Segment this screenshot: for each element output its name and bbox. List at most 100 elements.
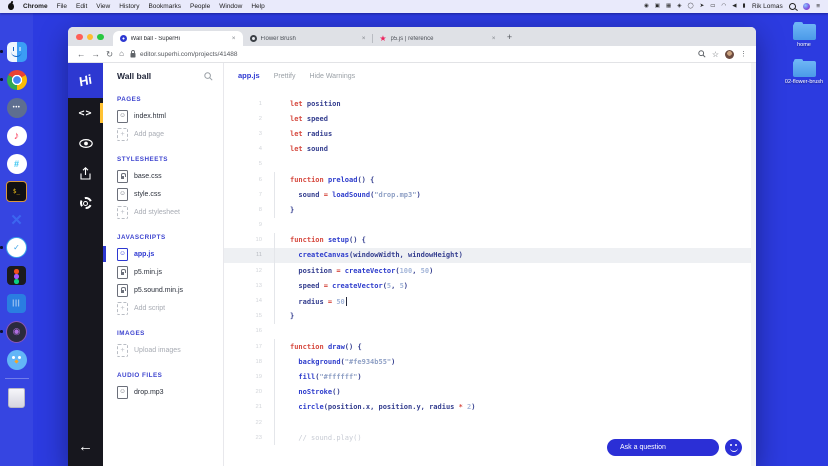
x-app-icon[interactable] [6,209,27,230]
code-line[interactable]: 21circle(position.x, position.y, radius … [224,400,756,415]
file-p5.min.js[interactable]: p5.min.js [103,263,223,281]
terminal-icon[interactable] [6,181,27,202]
menu-item-help[interactable]: Help [251,3,264,10]
circle-icon[interactable]: ◯ [687,4,693,10]
menu-item-history[interactable]: History [119,3,139,10]
back-button[interactable]: ← [77,50,86,59]
code-line[interactable]: 11createCanvas(windowWidth, windowHeight… [224,248,756,263]
forward-button[interactable]: → [92,50,101,59]
desktop-folder-home[interactable]: home [782,24,826,48]
code-line[interactable]: 22 [224,415,756,430]
trash-icon[interactable] [6,387,27,408]
code-line[interactable]: 18background("#fe934b55") [224,354,756,369]
ask-question-button[interactable]: Ask a question [607,439,719,456]
menu-item-file[interactable]: File [57,3,67,10]
record-icon[interactable]: ◉ [644,4,649,10]
code-line[interactable]: 4let sound [224,142,756,157]
search-icon[interactable] [204,72,213,81]
preview-button[interactable] [68,128,103,158]
minimize-window-button[interactable] [87,34,94,41]
code-line[interactable]: 2let speed [224,111,756,126]
superhi-logo[interactable]: Hi [68,63,103,98]
window-icon[interactable]: ▣ [655,4,660,10]
airmail-icon[interactable] [6,237,27,258]
code-line[interactable]: 3let radius [224,126,756,141]
code-line[interactable]: 20noStroke() [224,385,756,400]
wifi-icon[interactable]: ◠ [721,4,726,10]
menu-item-bookmarks[interactable]: Bookmarks [148,3,181,10]
intercom-icon[interactable] [6,293,27,314]
browser-tab[interactable]: Flower Brush× [243,31,373,46]
file-app.js[interactable]: ☺app.js [103,245,223,263]
twitterrific-icon[interactable] [6,349,27,370]
code-line[interactable]: 6function preload() { [224,172,756,187]
zoom-page-icon[interactable] [698,50,706,58]
messages-icon[interactable] [6,97,27,118]
menu-item-view[interactable]: View [96,3,110,10]
menu-item-edit[interactable]: Edit [76,3,87,10]
slack-icon[interactable] [6,153,27,174]
code-line[interactable]: 7sound = loadSound("drop.mp3") [224,187,756,202]
file-style.css[interactable]: ☺style.css [103,185,223,203]
menu-item-people[interactable]: People [190,3,210,10]
file-upload-images[interactable]: +Upload images [103,341,223,359]
file-index.html[interactable]: ☺index.html [103,107,223,125]
chrome-icon[interactable] [6,69,27,90]
media-icon[interactable] [6,321,27,342]
bookmark-star-icon[interactable]: ☆ [712,50,719,59]
new-tab-button[interactable]: + [503,32,517,42]
desktop-folder-02-flower-brush[interactable]: 02-flower-brush [782,61,826,85]
file-add-script[interactable]: +Add script [103,299,223,317]
file-base.css[interactable]: base.css [103,167,223,185]
chat-smiley-button[interactable] [725,439,742,456]
apple-icon[interactable] [8,3,14,10]
code-line[interactable]: 15} [224,309,756,324]
code-line[interactable]: 5 [224,157,756,172]
code-line[interactable]: 13speed = createVector(5, 5) [224,278,756,293]
code-tab-prettify[interactable]: Prettify [274,73,296,80]
display-icon[interactable]: ▭ [710,4,715,10]
menu-item-window[interactable]: Window [219,3,242,10]
figma-icon[interactable] [6,265,27,286]
code-line[interactable]: 12position = createVector(100, 50) [224,263,756,278]
home-button[interactable]: ⌂ [119,50,124,58]
notification-center-icon[interactable]: ≡ [816,3,820,10]
finder-icon[interactable] [6,41,27,62]
spotlight-search-icon[interactable] [789,3,796,10]
menu-item-chrome[interactable]: Chrome [23,3,48,10]
code-line[interactable]: 9 [224,218,756,233]
code-line[interactable]: 14radius = 50 [224,293,756,308]
editor-back-button[interactable]: ← [78,439,93,454]
siri-icon[interactable] [803,3,810,10]
browser-tab[interactable]: Wall ball - SuperHi× [113,31,243,46]
code-tab-app.js[interactable]: app.js [238,71,260,80]
dropbox-icon[interactable]: ◈ [677,4,681,10]
profile-avatar[interactable] [725,50,734,59]
zoom-window-button[interactable] [97,34,104,41]
code-line[interactable]: 17function draw() { [224,339,756,354]
address-field[interactable]: editor.superhi.com/projects/41488 [130,50,692,58]
code-line[interactable]: 19fill("#ffffff") [224,369,756,384]
code-view-button[interactable]: <> [68,98,103,128]
file-add-page[interactable]: +Add page [103,125,223,143]
keyboard-icon[interactable]: ▦ [666,4,671,10]
file-add-stylesheet[interactable]: +Add stylesheet [103,203,223,221]
close-window-button[interactable] [76,34,83,41]
browser-menu-icon[interactable]: ⋮ [740,50,747,58]
music-icon[interactable] [6,125,27,146]
battery-icon[interactable]: ▮ [742,4,745,10]
reload-button[interactable]: ↻ [106,50,113,59]
code-editor[interactable]: 1let position2let speed3let radius4let s… [224,84,756,466]
tab-close-icon[interactable]: × [492,35,496,42]
user-name[interactable]: Rik Lomas [752,3,783,10]
tab-close-icon[interactable]: × [362,35,366,42]
share-button[interactable] [68,158,103,188]
code-tab-hide-warnings[interactable]: Hide Warnings [309,73,355,80]
file-drop.mp3[interactable]: ☺drop.mp3 [103,383,223,401]
browser-tab[interactable]: p5.js | reference× [373,31,503,46]
settings-button[interactable] [68,188,103,218]
code-line[interactable]: 10function setup() { [224,233,756,248]
code-line[interactable]: 8} [224,202,756,217]
tab-close-icon[interactable]: × [232,35,236,42]
file-p5.sound.min.js[interactable]: p5.sound.min.js [103,281,223,299]
